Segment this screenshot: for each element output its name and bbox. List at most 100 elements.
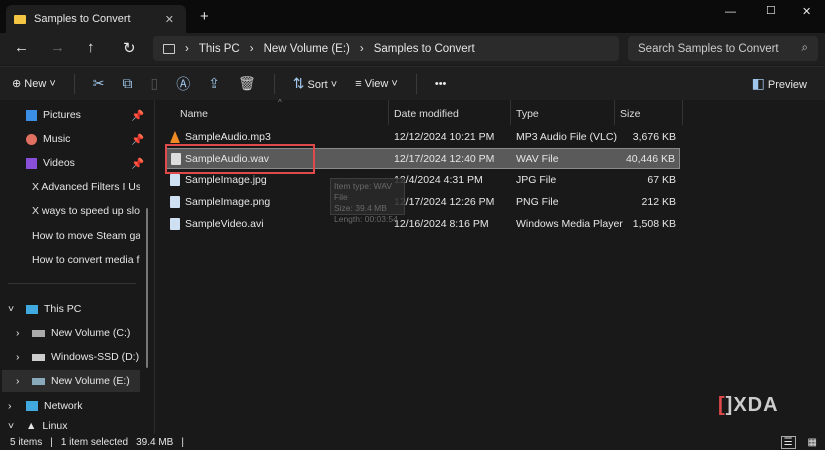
up-button[interactable]: ↑ [87, 39, 95, 56]
xda-watermark: []XDA [718, 394, 779, 416]
file-row[interactable]: SampleVideo.avi 12/16/2024 8:16 PM Windows… [166, 214, 680, 235]
file-name: SampleAudio.mp3 [185, 131, 271, 143]
file-type: MP3 Audio File (VLC) [516, 131, 617, 143]
plus-circle-icon: ⊕ [12, 78, 22, 90]
search-input[interactable]: Search Samples to Convert ⌕ [628, 36, 818, 61]
file-date: 12/16/2024 8:16 PM [394, 218, 489, 230]
new-button[interactable]: ⊕ New ˅ [12, 77, 56, 90]
chevron-down-icon: ˅ [8, 303, 15, 315]
sidebar-item-linux[interactable]: ˅ ▲ Linux [8, 420, 148, 434]
file-size: 212 KB [641, 196, 676, 208]
divider [73, 73, 75, 94]
chevron-right-icon: › [16, 375, 20, 387]
image-file-icon [170, 174, 180, 186]
item-count: 5 items [10, 436, 43, 448]
column-header-size[interactable]: Size [620, 108, 640, 120]
tab-samples-to-convert[interactable]: Samples to Convert ✕ [6, 5, 186, 33]
copy-icon[interactable]: ⧉ [123, 75, 133, 92]
more-options-button[interactable]: ••• [435, 78, 447, 90]
rename-icon[interactable]: Ⓐ [176, 74, 190, 94]
command-bar: ⊕ New ˅ ✂ ⧉ ▯ Ⓐ ⇪ 🗑 ⇅ Sort ˅ ≡ View ˅ ••… [0, 66, 825, 100]
file-date: 12/12/2024 10:21 PM [394, 131, 495, 143]
drive-icon [32, 329, 45, 337]
sidebar-item-new-volume-e[interactable]: › New Volume (E:) [2, 370, 140, 392]
sort-button[interactable]: ⇅ Sort ˅ [293, 75, 337, 92]
sidebar-item-music[interactable]: Music 📌 [26, 128, 166, 150]
sidebar-item-windows-ssd-d[interactable]: › Windows-SSD (D:) [16, 346, 156, 368]
view-label: View [364, 77, 389, 90]
view-icon: ≡ [355, 77, 362, 90]
search-icon: ⌕ [801, 42, 808, 54]
sidebar-item-folder[interactable]: How to convert media fil [26, 249, 140, 271]
file-date: 12/17/2024 12:26 PM [394, 196, 495, 208]
file-size: 40,446 KB [625, 153, 675, 165]
details-view-button[interactable]: ☰ [780, 435, 796, 449]
chevron-right-icon: › [16, 351, 20, 363]
sidebar-item-label: How to convert media fil [32, 254, 140, 266]
preview-pane-icon: ◧ [751, 75, 765, 91]
sidebar-item-this-pc[interactable]: ˅ This PC [8, 298, 148, 320]
share-icon[interactable]: ⇪ [208, 75, 220, 92]
preview-button[interactable]: ◧ Preview [752, 75, 807, 92]
maximize-button[interactable]: ☐ [766, 4, 776, 17]
sidebar-item-label: Linux [42, 420, 68, 432]
sidebar-item-new-volume-c[interactable]: › New Volume (C:) [16, 322, 156, 344]
new-tab-button[interactable]: + [200, 8, 209, 25]
sidebar-item-network[interactable]: › Network [8, 395, 148, 417]
column-divider[interactable] [388, 100, 389, 125]
music-icon [26, 133, 37, 145]
file-size: 3,676 KB [632, 131, 676, 143]
tab-close-button[interactable]: ✕ [165, 13, 174, 26]
sidebar-item-label: Videos [43, 157, 75, 169]
refresh-button[interactable]: ↻ [123, 39, 136, 57]
pictures-icon [26, 109, 37, 121]
monitor-icon [163, 43, 175, 54]
sidebar-item-pictures[interactable]: Pictures 📌 [26, 104, 166, 126]
chevron-right-icon: › [8, 400, 12, 412]
pc-icon [26, 304, 38, 314]
column-header-date[interactable]: Date modified [394, 108, 459, 120]
cut-icon[interactable]: ✂ [93, 75, 105, 92]
search-placeholder: Search Samples to Convert [638, 42, 779, 55]
pin-icon: 📌 [131, 157, 145, 170]
column-divider[interactable] [682, 100, 683, 125]
image-file-icon [170, 196, 180, 208]
sidebar-item-label: New Volume (E:) [51, 375, 130, 387]
tooltip-length: Length: 00:03:54 [334, 214, 398, 224]
address-bar[interactable]: › This PC › New Volume (E:) › Samples to… [153, 36, 619, 61]
column-header-name[interactable]: Name [180, 108, 208, 120]
sidebar-item-label: X Advanced Filters I Use [32, 181, 140, 193]
file-row[interactable]: SampleImage.png 12/17/2024 12:26 PM PNG Fi… [166, 192, 680, 213]
column-divider[interactable] [510, 100, 511, 125]
file-name: SampleVideo.avi [185, 218, 264, 230]
chevron-right-icon: › [359, 42, 364, 55]
sidebar-item-folder[interactable]: X ways to speed up slow [26, 200, 140, 222]
sidebar-item-folder[interactable]: X Advanced Filters I Use [26, 176, 140, 198]
sidebar-scrollbar[interactable] [146, 208, 148, 368]
paste-icon[interactable]: ▯ [151, 75, 159, 92]
breadcrumb-samples-to-convert[interactable]: Samples to Convert [374, 43, 475, 55]
sidebar-item-label: Music [43, 133, 71, 145]
back-button[interactable]: ← [14, 39, 29, 56]
selected-count: 1 item selected [60, 436, 129, 448]
sidebar-item-label: How to move Steam gan [32, 230, 140, 242]
column-divider[interactable] [614, 100, 615, 125]
forward-button[interactable]: → [50, 39, 65, 56]
breadcrumb-this-pc[interactable]: This PC [199, 43, 240, 55]
delete-icon[interactable]: 🗑 [238, 75, 256, 92]
breadcrumb-new-volume-e[interactable]: New Volume (E:) [264, 43, 350, 55]
chevron-right-icon: › [16, 327, 20, 339]
tiles-view-button[interactable]: ▦ [808, 437, 817, 448]
column-header-type[interactable]: Type [516, 108, 539, 120]
divider [415, 73, 417, 94]
file-type: WAV File [516, 153, 559, 165]
file-size: 67 KB [647, 174, 676, 186]
tooltip-size: Size: 39.4 MB [334, 203, 387, 213]
sidebar-item-videos[interactable]: Videos 📌 [26, 152, 166, 174]
sidebar-item-label: Pictures [43, 109, 81, 121]
close-button[interactable]: ✕ [802, 5, 811, 18]
view-button[interactable]: ≡ View ˅ [355, 78, 398, 90]
minimize-button[interactable]: — [725, 6, 736, 18]
pin-icon: 📌 [131, 133, 145, 146]
sidebar-item-folder[interactable]: How to move Steam gan [26, 225, 140, 247]
